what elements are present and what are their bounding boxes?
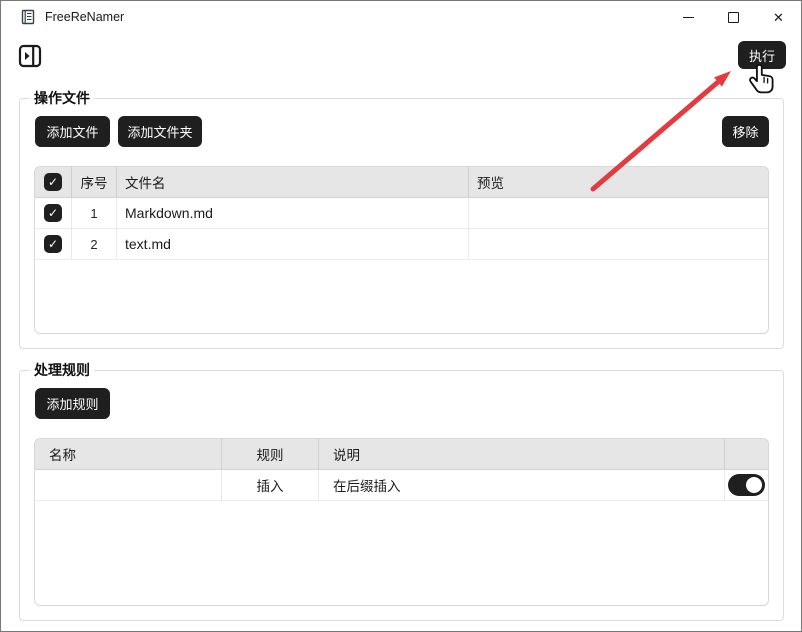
minimize-icon [683, 16, 694, 18]
maximize-icon [728, 11, 739, 23]
window-controls: ✕ [666, 1, 801, 33]
column-header-index: 序号 [72, 167, 117, 197]
check-icon: ✓ [47, 206, 59, 220]
file-row[interactable]: ✓ 2 text.md [35, 229, 768, 260]
select-all-checkbox[interactable]: ✓ [44, 173, 62, 191]
remove-button[interactable]: 移除 [722, 116, 769, 147]
sidebar-toggle-button[interactable] [18, 44, 42, 68]
add-file-button[interactable]: 添加文件 [35, 116, 110, 147]
rules-section: 处理规则 添加规则 名称 规则 说明 插入 在后缀插入 [19, 362, 784, 621]
file-row-checkbox[interactable]: ✓ [44, 235, 62, 253]
rule-description: 在后缀插入 [319, 470, 725, 500]
file-index: 1 [72, 198, 117, 228]
rule-type: 插入 [222, 470, 319, 500]
rules-table-header: 名称 规则 说明 [35, 439, 768, 470]
file-name: text.md [117, 229, 469, 259]
rule-row[interactable]: 插入 在后缀插入 [35, 470, 768, 501]
file-preview [469, 198, 768, 228]
maximize-button[interactable] [711, 1, 756, 33]
file-index: 2 [72, 229, 117, 259]
minimize-button[interactable] [666, 1, 711, 33]
app-icon [20, 9, 36, 25]
toggle-knob [746, 477, 762, 493]
file-row[interactable]: ✓ 1 Markdown.md [35, 198, 768, 229]
check-icon: ✓ [47, 237, 59, 251]
file-row-checkbox[interactable]: ✓ [44, 204, 62, 222]
window-title: FreeReNamer [45, 10, 125, 24]
files-section: 操作文件 添加文件 添加文件夹 移除 ✓ 序号 文件名 预览 ✓ 1 Markd… [19, 90, 784, 349]
column-header-filename: 文件名 [117, 167, 469, 197]
add-rule-button[interactable]: 添加规则 [35, 388, 110, 419]
files-table: ✓ 序号 文件名 预览 ✓ 1 Markdown.md ✓ 2 text.md [34, 166, 769, 334]
rule-name [35, 470, 222, 500]
rules-section-title: 处理规则 [30, 362, 94, 379]
app-window: FreeReNamer ✕ 执行 操作文件 添加文件 添加文件夹 移除 ✓ 序号… [0, 0, 802, 632]
rule-enabled-toggle[interactable] [728, 474, 765, 496]
column-header-name: 名称 [35, 439, 222, 469]
column-header-description: 说明 [319, 439, 725, 469]
files-table-header: ✓ 序号 文件名 预览 [35, 167, 768, 198]
file-name: Markdown.md [117, 198, 469, 228]
close-icon: ✕ [773, 9, 784, 25]
panel-expand-right-icon [18, 44, 42, 71]
rules-table: 名称 规则 说明 插入 在后缀插入 [34, 438, 769, 606]
column-header-preview: 预览 [477, 176, 504, 191]
close-button[interactable]: ✕ [756, 1, 801, 33]
execute-button[interactable]: 执行 [738, 41, 786, 69]
add-folder-button[interactable]: 添加文件夹 [118, 116, 202, 147]
check-icon: ✓ [47, 175, 59, 189]
files-section-title: 操作文件 [30, 90, 94, 107]
title-bar: FreeReNamer ✕ [1, 1, 801, 33]
column-header-enabled [725, 439, 768, 469]
column-header-rule: 规则 [222, 439, 319, 469]
file-preview [469, 229, 768, 259]
